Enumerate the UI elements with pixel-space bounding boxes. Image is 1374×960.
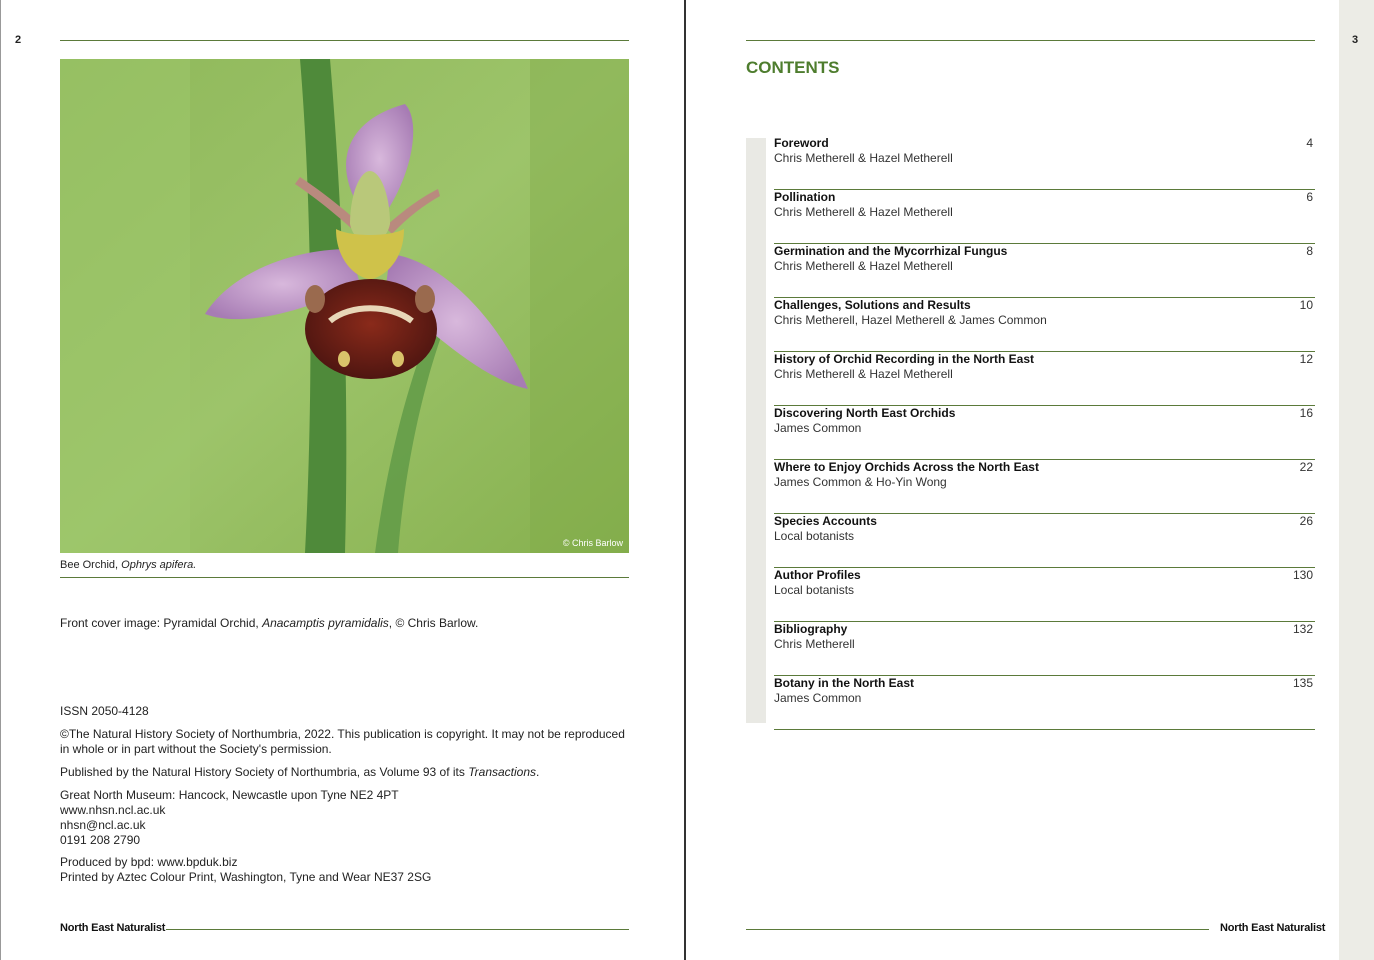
- toc-entry-page: 135: [1292, 676, 1313, 690]
- published-note: Published by the Natural History Society…: [60, 765, 630, 780]
- toc-entry-page: 26: [1299, 514, 1313, 528]
- published-suffix: .: [536, 765, 540, 779]
- header-rule: [60, 40, 629, 41]
- front-cover-note: Front cover image: Pyramidal Orchid, Ana…: [60, 616, 630, 631]
- orchid-illustration: [60, 59, 629, 553]
- page-edge-strip: [1339, 0, 1374, 960]
- toc-entry-author: Chris Metherell & Hazel Metherell: [774, 367, 953, 381]
- bee-orchid-photo: © Chris Barlow: [60, 59, 629, 553]
- toc-entry[interactable]: Species Accounts Local botanists 26: [774, 514, 1315, 568]
- toc-entry-page: 4: [1306, 136, 1313, 150]
- footer-journal-title: North East Naturalist: [60, 922, 166, 934]
- footer-rule: [746, 929, 1209, 930]
- toc-entry-title: Challenges, Solutions and Results: [774, 298, 971, 312]
- front-cover-prefix: Front cover image: Pyramidal Orchid,: [60, 616, 263, 630]
- toc-entry-title: Bibliography: [774, 622, 848, 636]
- front-cover-latin: Anacamptis pyramidalis: [262, 616, 389, 630]
- caption-common: Bee Orchid,: [60, 559, 122, 571]
- address-line: Great North Museum: Hancock, Newcastle u…: [60, 788, 399, 802]
- toc-entry-title: Foreword: [774, 136, 829, 150]
- issn: ISSN 2050-4128: [60, 704, 149, 718]
- photo-credit: © Chris Barlow: [562, 538, 623, 548]
- toc-entry-title: History of Orchid Recording in the North…: [774, 352, 1035, 366]
- toc-entry-page: 130: [1292, 568, 1313, 582]
- toc-entry-author: James Common: [774, 691, 862, 705]
- toc-entry-title: Where to Enjoy Orchids Across the North …: [774, 460, 1039, 474]
- toc-side-bar: [746, 138, 766, 723]
- printed-by: Printed by Aztec Colour Print, Washingto…: [60, 870, 432, 884]
- toc-entry-author: Chris Metherell & Hazel Metherell: [774, 205, 953, 219]
- toc-entry[interactable]: Foreword Chris Metherell & Hazel Methere…: [774, 136, 1315, 190]
- right-page: 3 CONTENTS Foreword Chris Metherell & Ha…: [686, 0, 1374, 960]
- toc-entry[interactable]: Pollination Chris Metherell & Hazel Meth…: [774, 190, 1315, 244]
- front-cover-suffix: , © Chris Barlow.: [388, 616, 479, 630]
- toc-entry[interactable]: Where to Enjoy Orchids Across the North …: [774, 460, 1315, 514]
- production-block: Produced by bpd: www.bpduk.biz Printed b…: [60, 855, 630, 885]
- toc-entry-page: 22: [1299, 460, 1313, 474]
- toc-entry-author: Chris Metherell, Hazel Metherell & James…: [774, 313, 1047, 327]
- toc-entry-title: Pollination: [774, 190, 836, 204]
- left-page: 2 © Chris Barlow Bee Orchid, Ophrys apif…: [0, 0, 686, 960]
- toc-entry-page: 16: [1299, 406, 1313, 420]
- phone-number: 0191 208 2790: [60, 833, 141, 847]
- toc-entry-author: Local botanists: [774, 529, 855, 543]
- contents-heading: CONTENTS: [746, 58, 840, 77]
- toc-entry-page: 12: [1299, 352, 1313, 366]
- toc-entry-title: Species Accounts: [774, 514, 877, 528]
- website-link[interactable]: www.nhsn.ncl.ac.uk: [60, 803, 630, 818]
- toc-entry-author: Chris Metherell & Hazel Metherell: [774, 259, 953, 273]
- toc-entry-author: James Common: [774, 421, 862, 435]
- toc-entry[interactable]: History of Orchid Recording in the North…: [774, 352, 1315, 406]
- toc-entry-title: Germination and the Mycorrhizal Fungus: [774, 244, 1008, 258]
- toc-entry-author: James Common & Ho-Yin Wong: [774, 475, 947, 489]
- email-link[interactable]: nhsn@ncl.ac.uk: [60, 818, 630, 833]
- table-of-contents: Foreword Chris Metherell & Hazel Methere…: [774, 136, 1315, 730]
- toc-entry-title: Discovering North East Orchids: [774, 406, 956, 420]
- toc-entry-author: Local botanists: [774, 583, 855, 597]
- toc-entry[interactable]: Bibliography Chris Metherell 132: [774, 622, 1315, 676]
- footer-rule: [166, 929, 629, 930]
- page-number: 2: [15, 34, 22, 46]
- toc-entry[interactable]: Botany in the North East James Common 13…: [774, 676, 1315, 730]
- copyright-notice: ©The Natural History Society of Northumb…: [60, 727, 625, 756]
- header-rule: [746, 40, 1315, 41]
- produced-by: Produced by bpd: www.bpduk.biz: [60, 855, 238, 869]
- toc-entry[interactable]: Discovering North East Orchids James Com…: [774, 406, 1315, 460]
- toc-entry-page: 132: [1292, 622, 1313, 636]
- toc-entry-page: 6: [1306, 190, 1313, 204]
- toc-entry-author: Chris Metherell & Hazel Metherell: [774, 151, 953, 165]
- footer-journal-title: North East Naturalist: [1220, 922, 1326, 934]
- toc-entry[interactable]: Challenges, Solutions and Results Chris …: [774, 298, 1315, 352]
- toc-entry[interactable]: Germination and the Mycorrhizal Fungus C…: [774, 244, 1315, 298]
- toc-entry-page: 8: [1306, 244, 1313, 258]
- published-prefix: Published by the Natural History Society…: [60, 765, 469, 779]
- toc-entry-page: 10: [1299, 298, 1313, 312]
- toc-entry[interactable]: Author Profiles Local botanists 130: [774, 568, 1315, 622]
- toc-entry-author: Chris Metherell: [774, 637, 855, 651]
- page-number: 3: [1352, 34, 1359, 46]
- address-block: Great North Museum: Hancock, Newcastle u…: [60, 788, 630, 848]
- toc-entry-title: Botany in the North East: [774, 676, 915, 690]
- published-italic: Transactions: [468, 765, 537, 779]
- toc-entry-title: Author Profiles: [774, 568, 861, 582]
- caption-rule: [60, 577, 629, 578]
- photo-caption: Bee Orchid, Ophrys apifera.: [60, 559, 196, 571]
- caption-latin: Ophrys apifera.: [121, 559, 197, 571]
